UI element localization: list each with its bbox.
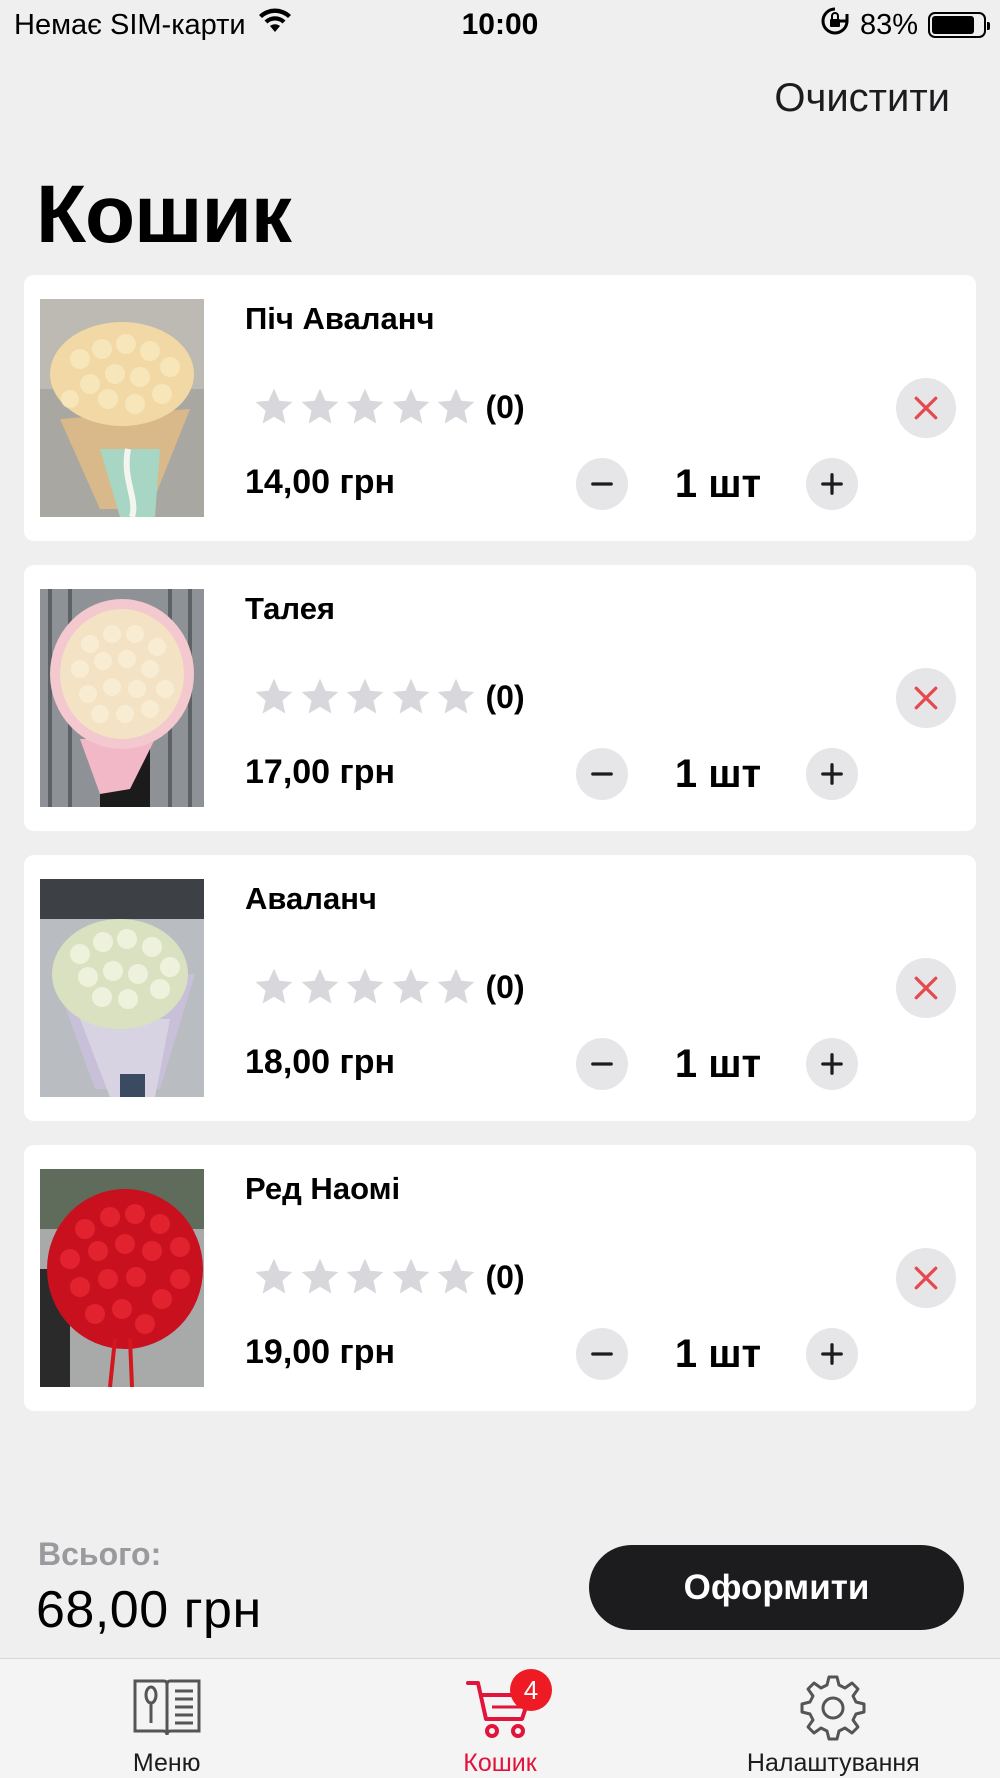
star-icon xyxy=(252,1255,296,1299)
total-label: Всього: xyxy=(38,1536,162,1572)
close-icon xyxy=(914,1266,938,1290)
minus-icon xyxy=(591,1062,613,1066)
star-icon xyxy=(298,675,342,719)
star-icon xyxy=(343,675,387,719)
star-icon xyxy=(434,965,478,1009)
quantity-value: 1 шт xyxy=(674,1331,762,1376)
quantity-value: 1 шт xyxy=(674,1041,762,1086)
tab-label: Меню xyxy=(132,1749,201,1777)
cart-item: Ред Наомі (0) 19,00 грн 1 шт xyxy=(24,1145,976,1411)
star-icon xyxy=(298,385,342,429)
remove-item-button[interactable] xyxy=(896,668,956,728)
total-value: 68,00 грн xyxy=(36,1581,262,1639)
quantity-value: 1 шт xyxy=(674,461,762,506)
rating-count: (0) xyxy=(485,388,525,425)
decrease-quantity-button[interactable] xyxy=(576,1038,628,1090)
plus-icon xyxy=(821,473,843,495)
product-price: 19,00 грн xyxy=(245,1333,395,1371)
tab-bar: Меню 4 Кошик Налаштування xyxy=(0,1658,1000,1778)
cart-item: Аваланч (0) 18,00 грн 1 шт xyxy=(24,855,976,1121)
star-icon xyxy=(343,965,387,1009)
star-icon xyxy=(298,1255,342,1299)
product-name[interactable]: Піч Аваланч xyxy=(245,301,434,337)
close-icon xyxy=(914,396,938,420)
tab-menu[interactable]: Меню xyxy=(0,1659,333,1778)
cart-list: Піч Аваланч (0) 14,00 грн 1 шт Талея (0)… xyxy=(24,275,976,1435)
remove-item-button[interactable] xyxy=(896,378,956,438)
star-icon xyxy=(389,675,433,719)
star-icon xyxy=(389,1255,433,1299)
product-image[interactable] xyxy=(40,879,204,1097)
close-icon xyxy=(914,976,938,1000)
orientation-lock-icon xyxy=(820,6,850,44)
checkout-button[interactable]: Оформити xyxy=(589,1545,964,1630)
decrease-quantity-button[interactable] xyxy=(576,748,628,800)
increase-quantity-button[interactable] xyxy=(806,748,858,800)
cart-count-badge: 4 xyxy=(509,1669,552,1711)
quantity-value: 1 шт xyxy=(674,751,762,796)
plus-icon xyxy=(821,1343,843,1365)
status-right: 83% xyxy=(820,6,990,44)
status-bar: Немає SIM-карти 10:00 83% xyxy=(0,0,1000,50)
plus-icon xyxy=(821,1053,843,1075)
status-left: Немає SIM-карти xyxy=(14,8,292,42)
clear-cart-button[interactable]: Очистити xyxy=(774,76,950,121)
star-icon xyxy=(434,1255,478,1299)
rating: (0) xyxy=(252,385,525,429)
plus-icon xyxy=(821,763,843,785)
decrease-quantity-button[interactable] xyxy=(576,458,628,510)
menu-book-icon xyxy=(129,1675,205,1741)
close-icon xyxy=(914,686,938,710)
product-image[interactable] xyxy=(40,299,204,517)
minus-icon xyxy=(591,1352,613,1356)
rating: (0) xyxy=(252,965,525,1009)
wifi-icon xyxy=(258,8,292,42)
page-title: Кошик xyxy=(36,169,292,260)
rating: (0) xyxy=(252,675,525,719)
remove-item-button[interactable] xyxy=(896,1248,956,1308)
tab-settings[interactable]: Налаштування xyxy=(667,1659,1000,1778)
star-icon xyxy=(343,1255,387,1299)
battery-icon xyxy=(928,12,990,38)
product-name[interactable]: Талея xyxy=(245,591,335,627)
star-icon xyxy=(252,675,296,719)
star-icon xyxy=(252,385,296,429)
rating: (0) xyxy=(252,1255,525,1299)
star-icon xyxy=(252,965,296,1009)
rating-count: (0) xyxy=(485,968,525,1005)
battery-percent: 83% xyxy=(859,8,918,41)
product-image[interactable] xyxy=(40,1169,204,1387)
star-icon xyxy=(434,675,478,719)
tab-label: Налаштування xyxy=(746,1749,920,1777)
carrier-text: Немає SIM-карти xyxy=(14,8,246,41)
rating-count: (0) xyxy=(485,1258,525,1295)
gear-icon xyxy=(795,1675,871,1741)
battery-fill xyxy=(932,16,974,34)
product-price: 18,00 грн xyxy=(245,1043,395,1081)
minus-icon xyxy=(591,482,613,486)
cart-item: Талея (0) 17,00 грн 1 шт xyxy=(24,565,976,831)
rating-count: (0) xyxy=(485,678,525,715)
remove-item-button[interactable] xyxy=(896,958,956,1018)
cart-screen: Немає SIM-карти 10:00 83% Очистити Кошик… xyxy=(0,0,1000,1778)
increase-quantity-button[interactable] xyxy=(806,1328,858,1380)
product-price: 14,00 грн xyxy=(245,463,395,501)
star-icon xyxy=(389,965,433,1009)
star-icon xyxy=(389,385,433,429)
minus-icon xyxy=(591,772,613,776)
star-icon xyxy=(343,385,387,429)
product-name[interactable]: Аваланч xyxy=(245,881,377,917)
increase-quantity-button[interactable] xyxy=(806,1038,858,1090)
cart-icon: 4 xyxy=(462,1669,552,1741)
product-name[interactable]: Ред Наомі xyxy=(245,1171,400,1207)
cart-item: Піч Аваланч (0) 14,00 грн 1 шт xyxy=(24,275,976,541)
increase-quantity-button[interactable] xyxy=(806,458,858,510)
star-icon xyxy=(298,965,342,1009)
star-icon xyxy=(434,385,478,429)
tab-cart[interactable]: 4 Кошик xyxy=(333,1659,666,1778)
product-price: 17,00 грн xyxy=(245,753,395,791)
decrease-quantity-button[interactable] xyxy=(576,1328,628,1380)
tab-label: Кошик xyxy=(463,1749,537,1777)
product-image[interactable] xyxy=(40,589,204,807)
